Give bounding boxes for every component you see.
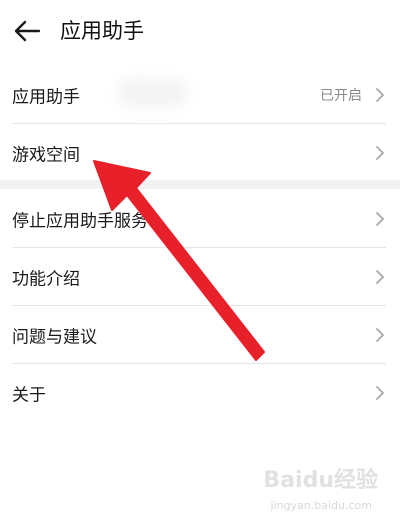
setting-row-label: 停止应用助手服务 [12, 211, 148, 232]
setting-row-game-space[interactable]: 游戏空间 [0, 124, 400, 182]
chevron-right-icon [376, 270, 384, 284]
setting-row-label: 应用助手 [12, 87, 80, 108]
setting-row-label: 问题与建议 [12, 327, 97, 348]
setting-row-about[interactable]: 关于 [0, 364, 400, 422]
back-arrow-icon [14, 20, 41, 42]
setting-row-feedback[interactable]: 问题与建议 [0, 306, 400, 364]
setting-row-label: 功能介绍 [12, 269, 80, 290]
setting-row-label: 关于 [12, 385, 46, 406]
setting-row-app-assistant[interactable]: 应用助手 已开启 [0, 66, 400, 124]
chevron-right-icon [376, 212, 384, 226]
baidu-watermark-logo: Baidu经验 [263, 468, 378, 493]
back-button[interactable] [10, 14, 44, 48]
setting-row-stop-service[interactable]: 停止应用助手服务 [0, 190, 400, 248]
page-title: 应用助手 [60, 19, 144, 43]
top-bar: 应用助手 [0, 0, 400, 64]
setting-row-label: 游戏空间 [12, 145, 80, 166]
chevron-right-icon [376, 386, 384, 400]
chevron-right-icon [376, 328, 384, 342]
setting-status-value: 已开启 [320, 88, 362, 104]
baidu-watermark-url: jingyan.baidu.com [270, 499, 372, 512]
chevron-right-icon [376, 88, 384, 102]
section-separator [0, 180, 400, 189]
setting-row-feature-intro[interactable]: 功能介绍 [0, 248, 400, 306]
chevron-right-icon [376, 146, 384, 160]
app-assistant-settings-page: 应用助手 应用助手 已开启 游戏空间 停止应用助手服务 功能介绍 问题与建议 关… [0, 0, 400, 520]
